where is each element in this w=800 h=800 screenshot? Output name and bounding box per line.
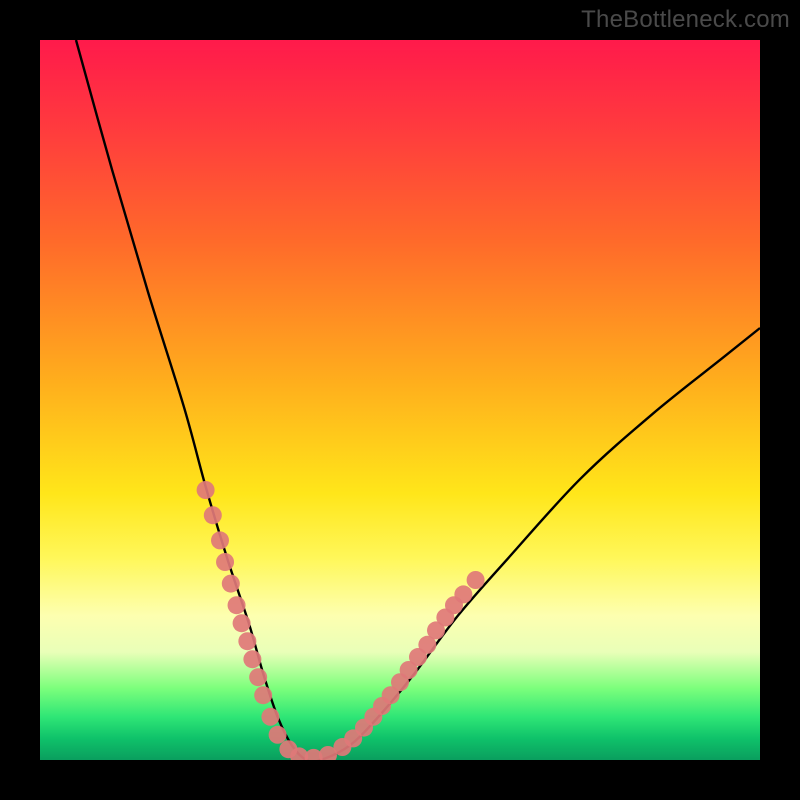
data-marker: [211, 531, 229, 549]
data-marker: [243, 650, 261, 668]
data-marker: [467, 571, 485, 589]
data-marker: [216, 553, 234, 571]
chart-stage: TheBottleneck.com: [0, 0, 800, 800]
data-marker: [249, 668, 267, 686]
data-marker: [454, 585, 472, 603]
data-marker: [254, 686, 272, 704]
chart-svg: [40, 40, 760, 760]
data-marker: [222, 575, 240, 593]
data-marker: [233, 614, 251, 632]
data-marker: [269, 726, 287, 744]
data-marker: [228, 596, 246, 614]
data-marker: [238, 632, 256, 650]
data-marker: [204, 506, 222, 524]
data-marker: [197, 481, 215, 499]
data-marker: [261, 708, 279, 726]
watermark-text: TheBottleneck.com: [581, 6, 790, 34]
plot-area: [40, 40, 760, 760]
markers-group: [197, 481, 485, 760]
